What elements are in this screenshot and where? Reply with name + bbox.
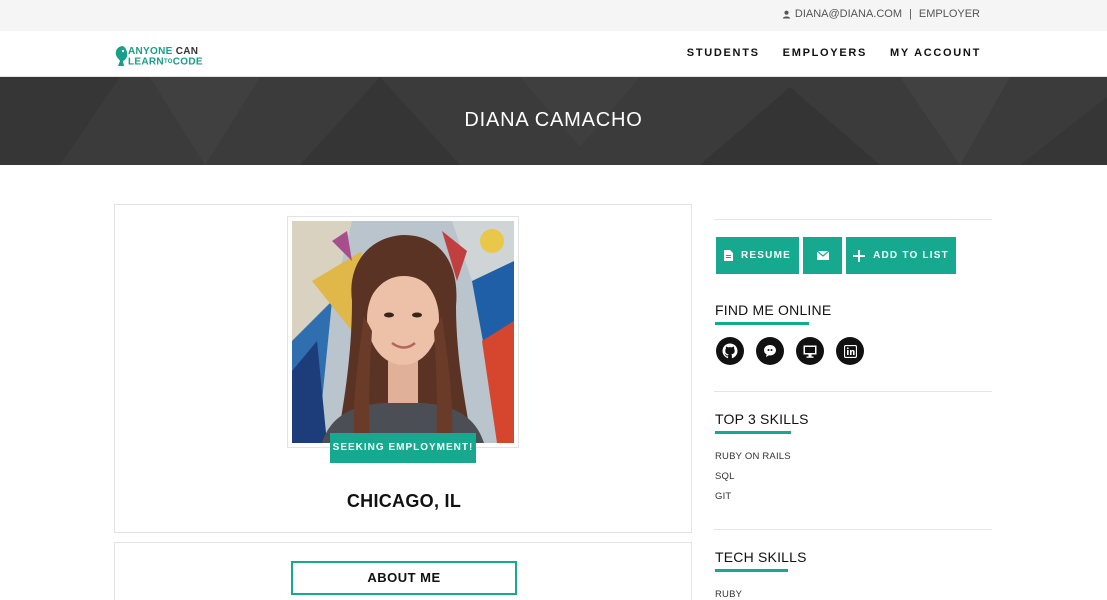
profile-location: CHICAGO, IL	[346, 491, 462, 511]
resume-button[interactable]: RESUME	[716, 237, 799, 274]
nav-employers[interactable]: EMPLOYERS	[783, 47, 867, 59]
user-email[interactable]: DIANA@DIANA.COM	[795, 8, 902, 20]
chat-bubble-icon	[764, 345, 776, 357]
document-icon	[724, 250, 733, 261]
plus-icon	[853, 249, 866, 262]
github-icon	[722, 343, 738, 359]
top-bar: DIANA@DIANA.COM | EMPLOYER	[0, 0, 1107, 31]
separator: |	[909, 8, 912, 20]
logo-text-anyone: ANYONE	[128, 46, 173, 57]
linkedin-link[interactable]	[836, 337, 864, 365]
logo-text-can: CAN	[175, 46, 199, 57]
profile-hero-banner: DIANA CAMACHO	[0, 77, 1107, 165]
tech-skills-underline	[715, 569, 788, 572]
profile-name: DIANA CAMACHO	[464, 109, 643, 131]
tech-skills-title: TECH SKILLS	[715, 549, 807, 565]
top-skills-title: TOP 3 SKILLS	[715, 411, 809, 427]
envelope-icon	[816, 251, 829, 260]
sidebar-divider-top	[714, 219, 992, 220]
top-skill-item: GIT	[715, 491, 732, 502]
portfolio-link[interactable]	[796, 337, 824, 365]
email-button[interactable]	[803, 237, 842, 274]
profile-card: SEEKING EMPLOYMENT! CHICAGO, IL	[114, 204, 692, 533]
profile-photo	[292, 221, 514, 443]
logo-text-code: CODE	[172, 56, 203, 68]
account-info: DIANA@DIANA.COM | EMPLOYER	[782, 8, 980, 20]
top-skill-item: RUBY ON RAILS	[715, 451, 791, 462]
main-navbar: ANYONE CAN LEARNTOCODE STUDENTS EMPLOYER…	[0, 31, 1107, 77]
linkedin-icon	[843, 344, 857, 358]
about-me-button[interactable]: ABOUT ME	[291, 561, 517, 595]
monitor-icon	[803, 345, 817, 358]
profile-photo-frame	[287, 216, 519, 448]
tech-skill-item: RUBY	[715, 589, 743, 600]
chat-link[interactable]	[756, 337, 784, 365]
sidebar-divider-3	[714, 529, 992, 530]
nav-my-account[interactable]: MY ACCOUNT	[890, 47, 981, 59]
sidebar-divider-2	[714, 391, 992, 392]
add-to-list-label: ADD TO LIST	[873, 250, 949, 261]
find-me-online-underline	[715, 322, 809, 325]
user-role[interactable]: EMPLOYER	[919, 8, 980, 20]
resume-label: RESUME	[741, 250, 791, 261]
add-to-list-button[interactable]: ADD TO LIST	[846, 237, 956, 274]
github-link[interactable]	[716, 337, 744, 365]
find-me-online-title: FIND ME ONLINE	[715, 302, 832, 318]
about-card: ABOUT ME	[114, 542, 692, 600]
logo-text-learn: LEARN	[128, 56, 164, 68]
primary-nav: STUDENTS EMPLOYERS MY ACCOUNT	[687, 47, 981, 59]
user-icon	[782, 10, 790, 19]
top-skill-item: SQL	[715, 471, 735, 482]
site-logo[interactable]: ANYONE CAN LEARNTOCODE	[114, 44, 204, 68]
nav-students[interactable]: STUDENTS	[687, 47, 760, 59]
top-skills-underline	[715, 431, 791, 434]
status-badge: SEEKING EMPLOYMENT!	[330, 433, 476, 463]
logo-text-to: TO	[163, 59, 173, 65]
